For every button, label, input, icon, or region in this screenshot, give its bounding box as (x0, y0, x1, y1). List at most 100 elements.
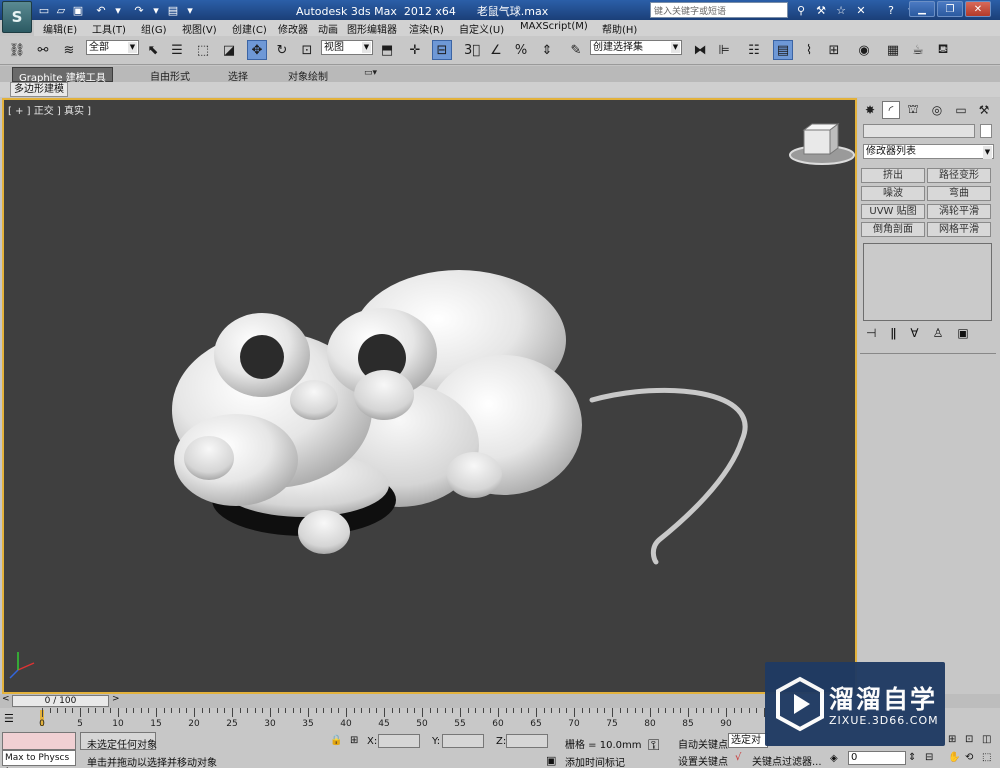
manipulate-icon[interactable]: ✛ (405, 40, 425, 60)
save-file-icon[interactable]: ▣ (70, 2, 86, 18)
menu-customize[interactable]: 自定义(U) (459, 21, 504, 36)
undo-dropdown-icon[interactable]: ▾ (110, 2, 126, 18)
modifier-noise-button[interactable]: 噪波 (861, 186, 925, 201)
bind-space-warp-icon[interactable]: ≋ (59, 40, 79, 60)
maximize-viewport-icon[interactable]: ⬚ (982, 752, 991, 763)
create-panel-icon[interactable]: ✸ (861, 101, 879, 119)
pan-view-icon[interactable]: ✋ (948, 752, 960, 763)
redo-icon[interactable]: ↷ (131, 2, 147, 18)
maxscript-mini-listener[interactable]: Max to Physcs ( (2, 750, 76, 768)
viewcube[interactable] (789, 123, 855, 165)
modifier-stack-list[interactable] (863, 243, 992, 321)
project-folder-icon[interactable]: ▤ (165, 2, 181, 18)
orbit-icon[interactable]: ⟲ (965, 752, 973, 763)
favorites-star-icon[interactable]: ☆ (833, 2, 849, 18)
zoom-extents-icon[interactable]: ⊞ (948, 734, 956, 745)
menu-graph-editors[interactable]: 图形编辑器 (347, 21, 397, 36)
select-object-icon[interactable]: ⬉ (143, 40, 163, 60)
set-key-button[interactable]: 设置关键点 (678, 753, 728, 768)
schematic-view-icon[interactable]: ⊞ (824, 40, 844, 60)
time-configuration-icon[interactable]: ⊟ (925, 752, 933, 763)
customize-quick-access-icon[interactable]: ▾ (182, 2, 198, 18)
field-of-view-icon[interactable]: ◫ (982, 734, 991, 745)
y-coordinate-field[interactable] (442, 734, 484, 748)
viewport-orthographic[interactable]: [ + ] 正交 ] 真实 ] (2, 98, 857, 694)
time-slider[interactable]: 0 / 100 (12, 695, 109, 707)
minimize-button[interactable]: ▁ (909, 1, 935, 17)
tab-graphite-modeling[interactable]: Graphite 建模工具 (12, 67, 113, 84)
open-file-icon[interactable]: ▱ (53, 2, 69, 18)
next-frame-icon[interactable]: > (112, 694, 120, 704)
mirror-icon[interactable]: ⧓ (690, 40, 710, 60)
modifier-uvw-map-button[interactable]: UVW 贴图 (861, 204, 925, 219)
menu-edit[interactable]: 编辑(E) (43, 21, 77, 36)
tab-freeform[interactable]: 自由形式 (144, 67, 196, 83)
menu-maxscript[interactable]: MAXScript(M) (520, 21, 588, 32)
modifier-bevel-profile-button[interactable]: 倒角剖面 (861, 222, 925, 237)
close-search-icon[interactable]: ✕ (853, 2, 869, 18)
menu-views[interactable]: 视图(V) (182, 21, 217, 36)
named-selection-dropdown[interactable]: 创建选择集 ▼ (590, 40, 682, 55)
reference-coordinate-dropdown[interactable]: 视图 ▼ (321, 40, 373, 55)
auto-key-button[interactable]: 自动关键点 (678, 736, 728, 751)
window-crossing-icon[interactable]: ◪ (219, 40, 239, 60)
tab-object-paint[interactable]: 对象绘制 (282, 67, 334, 83)
time-tag-icon[interactable]: ▣ (546, 754, 556, 767)
curve-editor-icon[interactable]: ⌇ (799, 40, 819, 60)
frame-spinner-icon[interactable]: ⇕ (908, 752, 916, 763)
lock-selection-icon[interactable]: 🔒 (330, 735, 342, 746)
object-name-field[interactable] (863, 124, 975, 138)
pivot-center-icon[interactable]: ⬒ (377, 40, 397, 60)
make-unique-icon[interactable]: ∀ (910, 326, 918, 340)
material-editor-icon[interactable]: ◉ (854, 40, 874, 60)
object-color-swatch[interactable] (980, 124, 992, 138)
unlink-icon[interactable]: ⚯ (33, 40, 53, 60)
modifier-bend-button[interactable]: 弯曲 (927, 186, 991, 201)
tab-selection[interactable]: 选择 (222, 67, 254, 83)
layer-manager-icon[interactable]: ☷ (744, 40, 764, 60)
menu-modifiers[interactable]: 修改器 (278, 21, 308, 36)
percent-snap-icon[interactable]: % (511, 40, 531, 60)
modifier-meshsmooth-button[interactable]: 网格平滑 (927, 222, 991, 237)
modify-panel-icon[interactable]: ◜ (882, 101, 900, 119)
render-setup-icon[interactable]: ▦ (883, 40, 903, 60)
menu-help[interactable]: 帮助(H) (602, 21, 637, 36)
show-end-result-icon[interactable]: ǁ (890, 326, 896, 340)
help-icon[interactable]: ? (883, 2, 899, 18)
pin-stack-icon[interactable]: ⊣ (866, 326, 876, 340)
redo-dropdown-icon[interactable]: ▾ (148, 2, 164, 18)
modifier-path-deform-button[interactable]: 路径变形 (927, 168, 991, 183)
maxscript-mini-listener-top[interactable] (2, 732, 76, 750)
spinner-snap-icon[interactable]: ⇕ (537, 40, 557, 60)
edit-named-selection-icon[interactable]: ✎ (566, 40, 586, 60)
selected-objects-dropdown[interactable]: 选定对象 (728, 733, 768, 748)
select-by-name-icon[interactable]: ☰ (167, 40, 187, 60)
angle-snap-icon[interactable]: ∠ (486, 40, 506, 60)
ribbon-options-icon[interactable]: ▭▾ (358, 67, 383, 82)
undo-icon[interactable]: ↶ (93, 2, 109, 18)
hierarchy-panel-icon[interactable]: ⛫ (904, 101, 922, 119)
snaps-toggle-icon[interactable]: 3⃝ (462, 40, 482, 60)
select-and-rotate-icon[interactable]: ↻ (272, 40, 292, 60)
selection-filter-dropdown[interactable]: 全部 ▼ (86, 40, 139, 55)
absolute-mode-icon[interactable]: ⊞ (350, 735, 358, 746)
menu-rendering[interactable]: 渲染(R) (409, 21, 444, 36)
render-production-icon[interactable]: ⛾ (933, 40, 953, 60)
rectangular-selection-icon[interactable]: ⬚ (193, 40, 213, 60)
menu-animation[interactable]: 动画 (318, 21, 338, 36)
menu-tools[interactable]: 工具(T) (92, 21, 126, 36)
close-button[interactable]: ✕ (965, 1, 991, 17)
menu-group[interactable]: 组(G) (141, 21, 167, 36)
new-file-icon[interactable]: ▭ (36, 2, 52, 18)
mouse-balloon-model[interactable] (172, 270, 748, 565)
keyboard-shortcut-override-icon[interactable]: ⊟ (432, 40, 452, 60)
binoculars-icon[interactable]: ⚲ (793, 2, 809, 18)
add-time-tag[interactable]: 添加时间标记 (565, 754, 625, 768)
default-in-out-tangent-icon[interactable]: √ (735, 752, 741, 763)
remove-modifier-icon[interactable]: ♙ (933, 326, 944, 340)
link-icon[interactable]: ⛓ (7, 40, 27, 60)
set-key-icon[interactable]: ⚿ (648, 736, 659, 754)
graphite-toggle-icon[interactable]: ▤ (773, 40, 793, 60)
modifier-list-dropdown[interactable]: 修改器列表 ▼ (863, 144, 994, 159)
modifier-turbosmooth-button[interactable]: 涡轮平滑 (927, 204, 991, 219)
